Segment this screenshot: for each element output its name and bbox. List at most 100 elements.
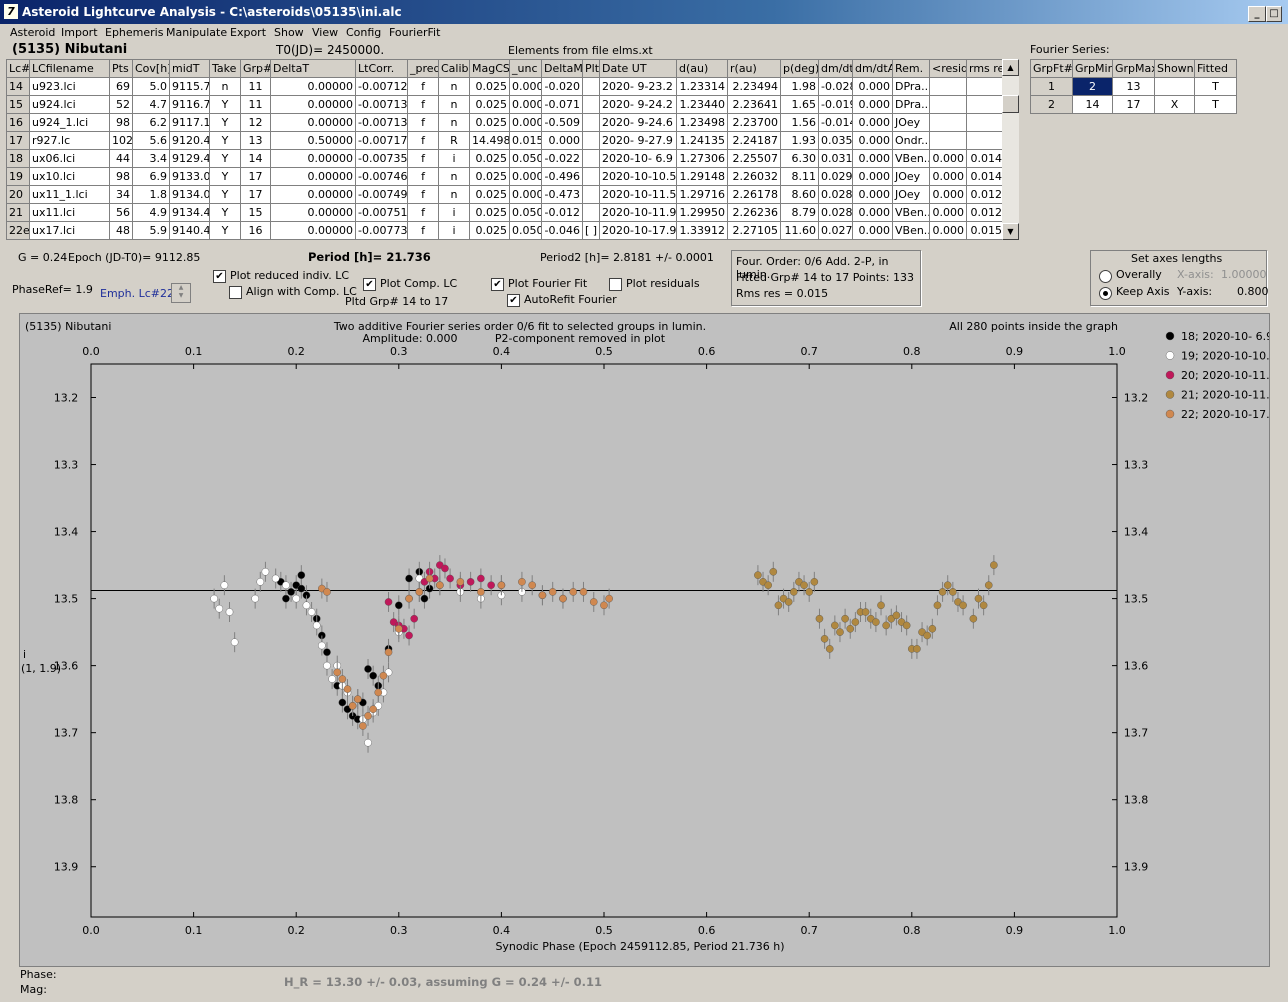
table-cell[interactable]: 0.000 (852, 113, 893, 132)
column-header[interactable]: p(deg) (780, 59, 819, 78)
fourier-cell[interactable] (1154, 77, 1195, 96)
table-cell[interactable]: 8.60 (780, 185, 819, 204)
table-cell[interactable]: 2020-10- 6.9 (599, 149, 677, 168)
table-cell[interactable]: 22e (6, 221, 30, 240)
table-cell[interactable]: -0.00713 (355, 113, 408, 132)
table-cell[interactable]: f (407, 131, 439, 150)
plot-fourier-checkbox[interactable]: ✔ (491, 278, 504, 291)
table-cell[interactable]: 0.000 (852, 149, 893, 168)
table-cell[interactable]: f (407, 221, 439, 240)
table-row[interactable]: 17 r927.lc 102 5.6 9120.4 Y 13 0.50000 -0.00717 f… (6, 131, 1002, 150)
table-cell[interactable]: 2.25507 (727, 149, 781, 168)
period-label[interactable]: Period [h]= 21.736 (308, 250, 431, 264)
fourier-column-header[interactable]: Shown (1154, 59, 1195, 78)
table-cell[interactable]: 2020- 9-27.9 (599, 131, 677, 150)
table-cell[interactable]: -0.046 (541, 221, 583, 240)
table-cell[interactable]: 2.26178 (727, 185, 781, 204)
table-cell[interactable]: -0.509 (541, 113, 583, 132)
fourier-cell[interactable]: 2 (1030, 95, 1073, 114)
column-header[interactable]: Date UT (599, 59, 677, 78)
table-cell[interactable]: 0.025 (469, 77, 510, 96)
table-cell[interactable]: 98 (109, 113, 133, 132)
table-cell[interactable]: 0.00000 (270, 221, 356, 240)
table-cell[interactable] (929, 77, 967, 96)
column-header[interactable]: rms res (966, 59, 1002, 78)
column-header[interactable]: LCfilename (29, 59, 110, 78)
table-cell[interactable]: -0.028 (818, 77, 853, 96)
table-cell[interactable]: 3.4 (132, 149, 170, 168)
table-cell[interactable]: 12 (240, 113, 271, 132)
table-cell[interactable]: 0.000 (852, 131, 893, 150)
table-cell[interactable]: 0.014 (966, 167, 1002, 186)
table-cell[interactable]: 102 (109, 131, 133, 150)
column-header[interactable]: Cov[h] (132, 59, 170, 78)
column-header[interactable]: Calib. (438, 59, 470, 78)
table-cell[interactable] (582, 167, 600, 186)
table-cell[interactable]: f (407, 77, 439, 96)
table-cell[interactable]: f (407, 95, 439, 114)
table-cell[interactable]: 0.000 (929, 149, 967, 168)
table-cell[interactable]: 1.23314 (676, 77, 728, 96)
table-cell[interactable]: VBen... (892, 203, 930, 222)
table-cell[interactable]: ux11.lci (29, 203, 110, 222)
table-cell[interactable]: 69 (109, 77, 133, 96)
table-row[interactable]: 22e ux17.lci 48 5.9 9140.4 Y 16 0.00000 -0.00773… (6, 221, 1002, 240)
table-cell[interactable]: n (209, 77, 241, 96)
table-cell[interactable]: 48 (109, 221, 133, 240)
table-cell[interactable] (582, 185, 600, 204)
table-cell[interactable]: 0.050 (509, 203, 542, 222)
table-cell[interactable]: i (438, 203, 470, 222)
table-cell[interactable]: 2020- 9-23.2 (599, 77, 677, 96)
table-row[interactable]: 14 u923.lci 69 5.0 9115.7 n 11 0.00000 -0.00712 f… (6, 77, 1002, 96)
table-cell[interactable] (966, 113, 1002, 132)
table-cell[interactable]: 0.025 (469, 185, 510, 204)
table-cell[interactable]: f (407, 185, 439, 204)
table-cell[interactable]: -0.00749 (355, 185, 408, 204)
table-cell[interactable]: -0.473 (541, 185, 583, 204)
table-cell[interactable]: u923.lci (29, 77, 110, 96)
fourier-column-header[interactable]: GrpFt# (1030, 59, 1073, 78)
table-cell[interactable]: 4.7 (132, 95, 170, 114)
table-cell[interactable]: 0.025 (469, 95, 510, 114)
table-cell[interactable]: Y (209, 113, 241, 132)
table-cell[interactable]: 0.50000 (270, 131, 356, 150)
table-cell[interactable]: 8.11 (780, 167, 819, 186)
table-cell[interactable]: -0.019 (818, 95, 853, 114)
table-cell[interactable]: 56 (109, 203, 133, 222)
table-cell[interactable]: 5.9 (132, 221, 170, 240)
fourier-row[interactable]: 1 2 13 T (1030, 77, 1237, 96)
table-cell[interactable]: 11 (240, 95, 271, 114)
table-cell[interactable]: -0.00712 (355, 77, 408, 96)
table-cell[interactable]: 11 (240, 77, 271, 96)
column-header[interactable]: dm/dt (818, 59, 853, 78)
table-cell[interactable]: 15 (6, 95, 30, 114)
table-cell[interactable]: -0.00746 (355, 167, 408, 186)
table-cell[interactable]: 21 (6, 203, 30, 222)
table-cell[interactable]: 1.29950 (676, 203, 728, 222)
table-cell[interactable]: 0.027 (818, 221, 853, 240)
table-cell[interactable]: 0.014 (966, 149, 1002, 168)
table-cell[interactable]: n (438, 113, 470, 132)
table-cell[interactable]: 9134.0 (169, 185, 210, 204)
plot-panel[interactable]: 0.0 0.0 0.1 0.1 0.2 0.2 0.3 0.3 0.4 0.4 0.5 0.5 0.6 0… (19, 313, 1270, 967)
lightcurve-table[interactable]: Lc# LCfilename Pts Cov[h] midT Take Grp# DeltaT… (6, 59, 1002, 240)
table-cell[interactable]: 0.025 (469, 221, 510, 240)
table-cell[interactable] (966, 77, 1002, 96)
table-cell[interactable] (582, 77, 600, 96)
table-cell[interactable]: 9134.4 (169, 203, 210, 222)
table-cell[interactable]: 6.2 (132, 113, 170, 132)
table-cell[interactable]: 16 (6, 113, 30, 132)
table-cell[interactable]: 20 (6, 185, 30, 204)
scroll-down-icon[interactable]: ▼ (1002, 223, 1019, 240)
table-cell[interactable]: 1.8 (132, 185, 170, 204)
table-cell[interactable]: -0.00713 (355, 95, 408, 114)
table-cell[interactable]: Y (209, 185, 241, 204)
table-cell[interactable]: 1.93 (780, 131, 819, 150)
table-cell[interactable]: 15 (240, 203, 271, 222)
lightcurve-chart[interactable]: 0.0 0.0 0.1 0.1 0.2 0.2 0.3 0.3 0.4 0.4 0.5 0.5 0.6 0… (20, 314, 1269, 966)
table-cell[interactable] (966, 131, 1002, 150)
table-cell[interactable]: 0.000 (929, 221, 967, 240)
column-header[interactable]: Lc# (6, 59, 30, 78)
table-scrollbar[interactable]: ▲ ▼ (1002, 59, 1019, 240)
column-header[interactable]: dm/dtA (852, 59, 893, 78)
